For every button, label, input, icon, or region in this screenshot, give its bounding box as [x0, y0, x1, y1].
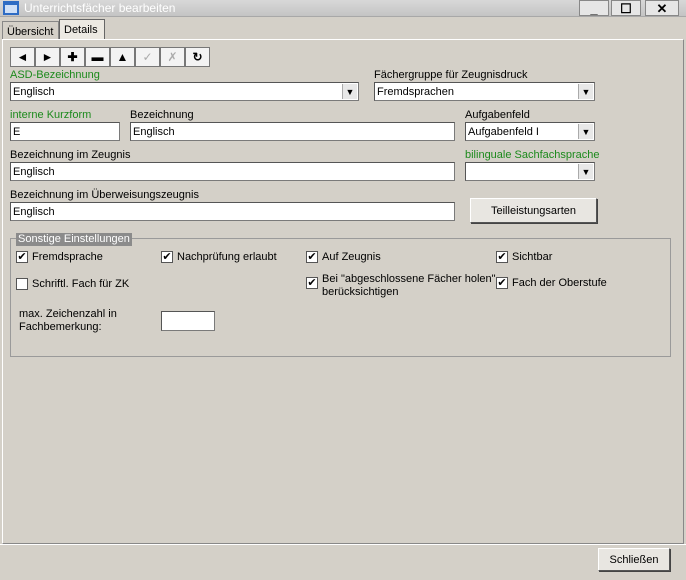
delete-record-icon[interactable]: ▬ [85, 47, 110, 67]
record-toolbar: ◄ ► ✚ ▬ ▲ ✓ ✗ ↻ [10, 47, 210, 67]
next-record-icon[interactable]: ► [35, 47, 60, 67]
asd-value: Englisch [13, 86, 55, 98]
chevron-down-icon[interactable]: ▼ [342, 84, 357, 99]
aufgabenfeld-select[interactable]: Aufgabenfeld I ▼ [465, 122, 595, 141]
auf-zeugnis-label: Auf Zeugnis [322, 251, 381, 263]
abgeschlossen-label-line1: Bei "abgeschlossene Fächer holen" [322, 273, 496, 285]
fremdsprache-checkbox[interactable]: ✔ [16, 251, 28, 263]
schriftl-zk-checkbox[interactable] [16, 278, 28, 290]
minimize-button[interactable]: _ [579, 0, 609, 16]
oberstufe-label: Fach der Oberstufe [512, 277, 607, 289]
chevron-down-icon[interactable]: ▼ [578, 164, 593, 179]
abgeschlossen-label-line2: berücksichtigen [322, 286, 399, 298]
footer-divider [0, 544, 686, 545]
aufgabenfeld-label: Aufgabenfeld [465, 109, 530, 121]
settings-title: Sonstige Einstellungen [16, 233, 132, 246]
fremdsprache-label: Fremdsprache [32, 251, 103, 263]
abgeschlossen-checkbox[interactable]: ✔ [306, 277, 318, 289]
close-window-button[interactable]: ✕ [645, 0, 679, 16]
bilingual-label: bilinguale Sachfachsprache [465, 149, 600, 161]
sichtbar-label: Sichtbar [512, 251, 553, 263]
kurzform-label: interne Kurzform [10, 109, 92, 121]
chevron-down-icon[interactable]: ▼ [578, 84, 593, 99]
aufgabenfeld-value: Aufgabenfeld I [468, 126, 539, 138]
teilleistungsarten-button[interactable]: Teilleistungsarten [470, 198, 597, 223]
zeugnis-input[interactable]: Englisch [10, 162, 455, 181]
zeugnis-label: Bezeichnung im Zeugnis [10, 149, 131, 161]
max-zeichen-label-line2: Fachbemerkung: [19, 321, 102, 333]
sichtbar-checkbox[interactable]: ✔ [496, 251, 508, 263]
nachpruefung-label: Nachprüfung erlaubt [177, 251, 277, 263]
schriftl-zk-label: Schriftl. Fach für ZK [32, 278, 130, 290]
chevron-down-icon[interactable]: ▼ [578, 124, 593, 139]
nachpruefung-checkbox[interactable]: ✔ [161, 251, 173, 263]
window-title: Unterrichtsfächer bearbeiten [24, 1, 176, 15]
move-up-icon[interactable]: ▲ [110, 47, 135, 67]
asd-select[interactable]: Englisch ▼ [10, 82, 359, 101]
schliessen-button[interactable]: Schließen [598, 548, 670, 571]
ueberweisung-label: Bezeichnung im Überweisungszeugnis [10, 189, 199, 201]
app-window-icon [3, 1, 19, 15]
refresh-icon[interactable]: ↻ [185, 47, 210, 67]
maximize-button[interactable]: ☐ [611, 0, 641, 16]
faechergruppe-label: Fächergruppe für Zeugnisdruck [374, 69, 528, 81]
faechergruppe-value: Fremdsprachen [377, 86, 455, 98]
max-zeichen-label-line1: max. Zeichenzahl in [19, 308, 117, 320]
prev-record-icon[interactable]: ◄ [10, 47, 35, 67]
cancel-record-icon[interactable]: ✗ [160, 47, 185, 67]
ueberweisung-input[interactable]: Englisch [10, 202, 455, 221]
oberstufe-checkbox[interactable]: ✔ [496, 277, 508, 289]
tab-details[interactable]: Details [59, 19, 105, 41]
asd-label: ASD-Bezeichnung [10, 69, 100, 81]
tab-uebersicht[interactable]: Übersicht [2, 21, 59, 41]
faechergruppe-select[interactable]: Fremdsprachen ▼ [374, 82, 595, 101]
kurzform-input[interactable]: E [10, 122, 120, 141]
save-record-icon[interactable]: ✓ [135, 47, 160, 67]
title-bar: Unterrichtsfächer bearbeiten _ ☐ ✕ [0, 0, 686, 17]
bezeichnung-label: Bezeichnung [130, 109, 194, 121]
bezeichnung-input[interactable]: Englisch [130, 122, 455, 141]
bilingual-select[interactable]: ▼ [465, 162, 595, 181]
max-zeichen-input[interactable] [161, 311, 215, 331]
auf-zeugnis-checkbox[interactable]: ✔ [306, 251, 318, 263]
add-record-icon[interactable]: ✚ [60, 47, 85, 67]
